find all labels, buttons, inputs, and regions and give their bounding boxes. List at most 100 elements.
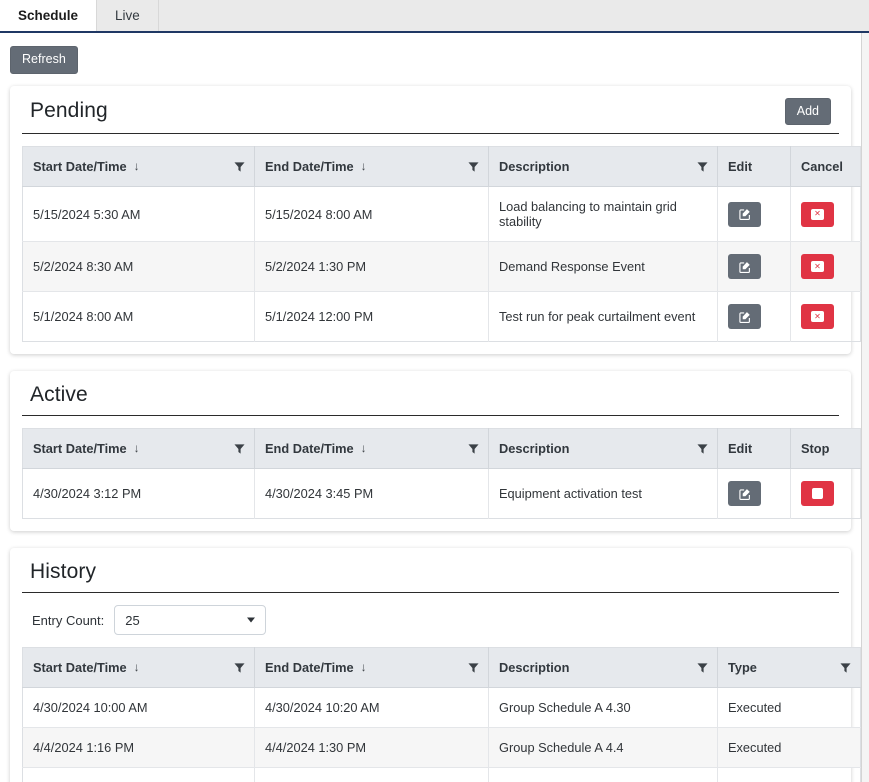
column-label: Start Date/Time <box>33 660 127 675</box>
entry-count-select[interactable]: 25 <box>114 605 266 635</box>
filter-funnel-icon[interactable] <box>468 443 479 454</box>
column-label: Stop <box>801 441 829 456</box>
cell-edit <box>718 292 791 342</box>
filter-funnel-icon[interactable] <box>234 443 245 454</box>
column-header-stop: Stop <box>791 429 861 469</box>
column-label: Start Date/Time <box>33 441 127 456</box>
cell-end-datetime: 5/15/2024 8:00 AM <box>255 187 489 242</box>
chevron-down-icon[interactable] <box>247 618 255 623</box>
active-table: Start Date/Time ↓ End Date/Time ↓ <box>22 428 861 519</box>
content-panel: Refresh Pending Add Start Date/Time ↓ <box>0 33 862 782</box>
history-header: History <box>22 558 839 593</box>
column-header-edit: Edit <box>718 147 791 187</box>
cancel-button[interactable]: ✕ <box>801 304 834 329</box>
filter-funnel-icon[interactable] <box>697 161 708 172</box>
stop-button[interactable] <box>801 481 834 506</box>
filter-funnel-icon[interactable] <box>697 662 708 673</box>
tab-schedule[interactable]: Schedule <box>0 0 97 31</box>
table-row: 5/2/2024 8:30 AM 5/2/2024 1:30 PM Demand… <box>23 242 861 292</box>
column-label: Description <box>499 159 569 174</box>
pending-header: Pending Add <box>22 96 839 135</box>
cell-start-datetime: 3/27/2024 11:10 AM <box>23 768 255 782</box>
column-header-end-datetime[interactable]: End Date/Time ↓ <box>255 429 489 469</box>
column-header-start-datetime[interactable]: Start Date/Time ↓ <box>23 147 255 187</box>
cancel-button[interactable]: ✕ <box>801 202 834 227</box>
active-section: Active Start Date/Time ↓ <box>10 371 851 531</box>
pending-table: Start Date/Time ↓ End Date/Time ↓ <box>22 146 861 342</box>
pending-table-header-row: Start Date/Time ↓ End Date/Time ↓ <box>23 147 861 187</box>
edit-button[interactable] <box>728 254 761 279</box>
filter-funnel-icon[interactable] <box>840 662 851 673</box>
column-header-edit: Edit <box>718 429 791 469</box>
tab-bar: Schedule Live <box>0 0 869 33</box>
cell-start-datetime: 4/30/2024 3:12 PM <box>23 469 255 519</box>
cell-edit <box>718 187 791 242</box>
edit-button[interactable] <box>728 202 761 227</box>
cell-start-datetime: 4/30/2024 10:00 AM <box>23 688 255 728</box>
entry-count-value: 25 <box>125 613 139 628</box>
toolbar: Refresh <box>8 43 853 86</box>
cell-description: Group Schedule A 3.27 <box>489 768 718 782</box>
table-row: 3/27/2024 11:10 AM 3/27/2024 11:30 AM Gr… <box>23 768 861 782</box>
stop-square-icon <box>812 488 823 499</box>
column-label: Edit <box>728 159 752 174</box>
column-header-end-datetime[interactable]: End Date/Time ↓ <box>255 648 489 688</box>
table-row: 4/4/2024 1:16 PM 4/4/2024 1:30 PM Group … <box>23 728 861 768</box>
page-background: Refresh Pending Add Start Date/Time ↓ <box>0 33 869 782</box>
filter-funnel-icon[interactable] <box>234 161 245 172</box>
column-header-type[interactable]: Type <box>718 648 861 688</box>
column-header-start-datetime[interactable]: Start Date/Time ↓ <box>23 429 255 469</box>
column-label: End Date/Time <box>265 660 354 675</box>
cell-cancel: ✕ <box>791 187 861 242</box>
tab-schedule-label: Schedule <box>18 8 78 23</box>
cell-stop <box>791 469 861 519</box>
cell-type: Executed <box>718 728 861 768</box>
refresh-button[interactable]: Refresh <box>10 46 78 74</box>
column-label: Type <box>728 660 757 675</box>
column-header-description[interactable]: Description <box>489 648 718 688</box>
cell-description: Group Schedule A 4.30 <box>489 688 718 728</box>
column-label: Start Date/Time <box>33 159 127 174</box>
table-row: 5/15/2024 5:30 AM 5/15/2024 8:00 AM Load… <box>23 187 861 242</box>
cell-end-datetime: 3/27/2024 11:30 AM <box>255 768 489 782</box>
cancel-button[interactable]: ✕ <box>801 254 834 279</box>
active-header: Active <box>22 381 839 416</box>
filter-funnel-icon[interactable] <box>234 662 245 673</box>
pending-section: Pending Add Start Date/Time ↓ <box>10 86 851 355</box>
cell-end-datetime: 5/2/2024 1:30 PM <box>255 242 489 292</box>
add-button[interactable]: Add <box>785 98 831 126</box>
filter-funnel-icon[interactable] <box>697 443 708 454</box>
tab-live[interactable]: Live <box>97 0 159 31</box>
cell-description: Test run for peak curtailment event <box>489 292 718 342</box>
filter-funnel-icon[interactable] <box>468 662 479 673</box>
filter-funnel-icon[interactable] <box>468 161 479 172</box>
cell-start-datetime: 5/2/2024 8:30 AM <box>23 242 255 292</box>
cancel-x-icon: ✕ <box>811 261 824 272</box>
history-title: History <box>30 560 96 584</box>
tab-live-label: Live <box>115 8 140 23</box>
edit-button[interactable] <box>728 304 761 329</box>
active-title: Active <box>30 383 88 407</box>
sort-descending-icon[interactable]: ↓ <box>134 160 140 172</box>
cell-end-datetime: 5/1/2024 12:00 PM <box>255 292 489 342</box>
table-row: 4/30/2024 10:00 AM 4/30/2024 10:20 AM Gr… <box>23 688 861 728</box>
cell-description: Load balancing to maintain grid stabilit… <box>489 187 718 242</box>
column-header-start-datetime[interactable]: Start Date/Time ↓ <box>23 648 255 688</box>
sort-descending-icon[interactable]: ↓ <box>361 661 367 673</box>
sort-descending-icon[interactable]: ↓ <box>361 160 367 172</box>
sort-descending-icon[interactable]: ↓ <box>134 661 140 673</box>
cell-cancel: ✕ <box>791 292 861 342</box>
history-table: Start Date/Time ↓ End Date/Time ↓ <box>22 647 861 782</box>
edit-button[interactable] <box>728 481 761 506</box>
history-table-header-row: Start Date/Time ↓ End Date/Time ↓ <box>23 648 861 688</box>
cell-edit <box>718 469 791 519</box>
column-label: End Date/Time <box>265 441 354 456</box>
column-header-description[interactable]: Description <box>489 147 718 187</box>
sort-descending-icon[interactable]: ↓ <box>134 442 140 454</box>
sort-descending-icon[interactable]: ↓ <box>361 442 367 454</box>
cancel-x-icon: ✕ <box>811 209 824 220</box>
entry-count-row: Entry Count: 25 <box>22 605 839 647</box>
column-header-end-datetime[interactable]: End Date/Time ↓ <box>255 147 489 187</box>
pending-title: Pending <box>30 99 108 123</box>
column-header-description[interactable]: Description <box>489 429 718 469</box>
